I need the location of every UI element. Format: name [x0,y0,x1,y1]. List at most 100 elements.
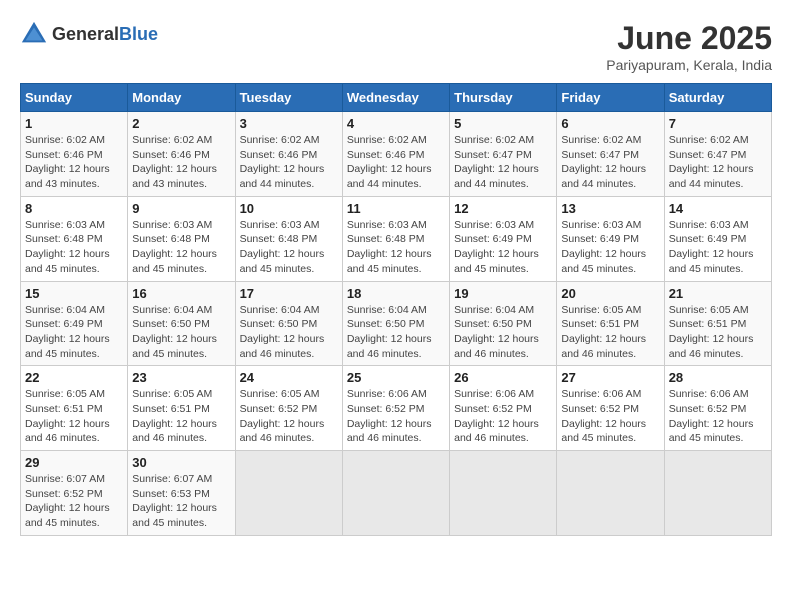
day-cell: 7Sunrise: 6:02 AMSunset: 6:47 PMDaylight… [664,112,771,197]
day-number: 30 [132,455,230,470]
day-detail: Sunrise: 6:03 AMSunset: 6:48 PMDaylight:… [347,218,445,277]
day-detail: Sunrise: 6:03 AMSunset: 6:48 PMDaylight:… [132,218,230,277]
day-cell: 13 Sunrise: 6:03 AMSunset: 6:49 PMDayligh… [557,196,664,281]
week-row: 22 Sunrise: 6:05 AMSunset: 6:51 PMDayligh… [21,366,772,451]
day-cell: 15 Sunrise: 6:04 AMSunset: 6:49 PMDayligh… [21,281,128,366]
day-number: 13 [561,201,659,216]
day-cell: 4 Sunrise: 6:02 AMSunset: 6:46 PMDaylight… [342,112,449,197]
day-number: 27 [561,370,659,385]
day-number: 14 [669,201,767,216]
calendar-table: Sunday Monday Tuesday Wednesday Thursday… [20,83,772,536]
header-wednesday: Wednesday [342,84,449,112]
logo-icon [20,20,48,48]
day-number: 29 [25,455,123,470]
day-cell: 23Sunrise: 6:05 AMSunset: 6:51 PMDayligh… [128,366,235,451]
day-cell: 14 Sunrise: 6:03 AMSunset: 6:49 PMDayligh… [664,196,771,281]
day-cell: 16 Sunrise: 6:04 AMSunset: 6:50 PMDayligh… [128,281,235,366]
day-detail: Sunrise: 6:02 AMSunset: 6:47 PMDaylight:… [561,133,659,192]
day-detail: Sunrise: 6:04 AMSunset: 6:50 PMDaylight:… [132,303,230,362]
day-detail: Sunrise: 6:04 AMSunset: 6:49 PMDaylight:… [25,303,123,362]
day-number: 17 [240,286,338,301]
day-cell: 5 Sunrise: 6:02 AMSunset: 6:47 PMDaylight… [450,112,557,197]
day-number: 9 [132,201,230,216]
day-detail: Sunrise: 6:03 AMSunset: 6:49 PMDaylight:… [669,218,767,277]
week-row: 8 Sunrise: 6:03 AMSunset: 6:48 PMDaylight… [21,196,772,281]
day-detail: Sunrise: 6:03 AMSunset: 6:48 PMDaylight:… [240,218,338,277]
day-cell: 9 Sunrise: 6:03 AMSunset: 6:48 PMDaylight… [128,196,235,281]
day-detail: Sunrise: 6:06 AMSunset: 6:52 PMDaylight:… [454,387,552,446]
day-cell: 6Sunrise: 6:02 AMSunset: 6:47 PMDaylight… [557,112,664,197]
day-cell: 17Sunrise: 6:04 AMSunset: 6:50 PMDayligh… [235,281,342,366]
day-detail: Sunrise: 6:02 AMSunset: 6:46 PMDaylight:… [132,133,230,192]
day-number: 20 [561,286,659,301]
day-number: 22 [25,370,123,385]
day-detail: Sunrise: 6:03 AMSunset: 6:49 PMDaylight:… [454,218,552,277]
day-detail: Sunrise: 6:05 AMSunset: 6:52 PMDaylight:… [240,387,338,446]
day-cell: 20 Sunrise: 6:05 AMSunset: 6:51 PMDayligh… [557,281,664,366]
day-cell: 29Sunrise: 6:07 AMSunset: 6:52 PMDayligh… [21,451,128,536]
header-friday: Friday [557,84,664,112]
day-cell: 25Sunrise: 6:06 AMSunset: 6:52 PMDayligh… [342,366,449,451]
empty-cell [342,451,449,536]
day-detail: Sunrise: 6:06 AMSunset: 6:52 PMDaylight:… [669,387,767,446]
day-number: 25 [347,370,445,385]
day-number: 28 [669,370,767,385]
header-row: Sunday Monday Tuesday Wednesday Thursday… [21,84,772,112]
day-number: 8 [25,201,123,216]
header-thursday: Thursday [450,84,557,112]
day-detail: Sunrise: 6:07 AMSunset: 6:53 PMDaylight:… [132,472,230,531]
header-saturday: Saturday [664,84,771,112]
day-detail: Sunrise: 6:02 AMSunset: 6:46 PMDaylight:… [25,133,123,192]
empty-cell [664,451,771,536]
day-cell: 26 Sunrise: 6:06 AMSunset: 6:52 PMDayligh… [450,366,557,451]
day-cell: 30 Sunrise: 6:07 AMSunset: 6:53 PMDayligh… [128,451,235,536]
day-detail: Sunrise: 6:02 AMSunset: 6:47 PMDaylight:… [454,133,552,192]
logo-text-general: General [52,24,119,44]
day-number: 11 [347,201,445,216]
day-detail: Sunrise: 6:03 AMSunset: 6:48 PMDaylight:… [25,218,123,277]
day-number: 16 [132,286,230,301]
day-number: 24 [240,370,338,385]
day-cell: 11 Sunrise: 6:03 AMSunset: 6:48 PMDayligh… [342,196,449,281]
day-number: 26 [454,370,552,385]
day-number: 12 [454,201,552,216]
day-cell: 12 Sunrise: 6:03 AMSunset: 6:49 PMDayligh… [450,196,557,281]
day-number: 5 [454,116,552,131]
day-cell: 24 Sunrise: 6:05 AMSunset: 6:52 PMDayligh… [235,366,342,451]
day-cell: 1 Sunrise: 6:02 AMSunset: 6:46 PMDaylight… [21,112,128,197]
day-cell: 28 Sunrise: 6:06 AMSunset: 6:52 PMDayligh… [664,366,771,451]
day-number: 7 [669,116,767,131]
day-cell: 21Sunrise: 6:05 AMSunset: 6:51 PMDayligh… [664,281,771,366]
day-cell: 18 Sunrise: 6:04 AMSunset: 6:50 PMDayligh… [342,281,449,366]
day-detail: Sunrise: 6:02 AMSunset: 6:46 PMDaylight:… [347,133,445,192]
page-header: GeneralBlue June 2025 Pariyapuram, Keral… [20,20,772,73]
day-detail: Sunrise: 6:02 AMSunset: 6:46 PMDaylight:… [240,133,338,192]
day-detail: Sunrise: 6:03 AMSunset: 6:49 PMDaylight:… [561,218,659,277]
empty-cell [557,451,664,536]
day-number: 15 [25,286,123,301]
title-block: June 2025 Pariyapuram, Kerala, India [606,20,772,73]
day-cell: 3 Sunrise: 6:02 AMSunset: 6:46 PMDaylight… [235,112,342,197]
day-number: 3 [240,116,338,131]
day-detail: Sunrise: 6:05 AMSunset: 6:51 PMDaylight:… [561,303,659,362]
day-cell: 27 Sunrise: 6:06 AMSunset: 6:52 PMDayligh… [557,366,664,451]
day-number: 2 [132,116,230,131]
day-cell: 2 Sunrise: 6:02 AMSunset: 6:46 PMDaylight… [128,112,235,197]
day-number: 18 [347,286,445,301]
week-row: 15 Sunrise: 6:04 AMSunset: 6:49 PMDayligh… [21,281,772,366]
week-row: 1 Sunrise: 6:02 AMSunset: 6:46 PMDaylight… [21,112,772,197]
day-detail: Sunrise: 6:06 AMSunset: 6:52 PMDaylight:… [561,387,659,446]
header-monday: Monday [128,84,235,112]
logo-text-blue: Blue [119,24,158,44]
day-cell: 19 Sunrise: 6:04 AMSunset: 6:50 PMDayligh… [450,281,557,366]
day-cell: 10Sunrise: 6:03 AMSunset: 6:48 PMDayligh… [235,196,342,281]
header-sunday: Sunday [21,84,128,112]
day-number: 4 [347,116,445,131]
day-number: 1 [25,116,123,131]
calendar-subtitle: Pariyapuram, Kerala, India [606,57,772,73]
day-detail: Sunrise: 6:05 AMSunset: 6:51 PMDaylight:… [25,387,123,446]
day-detail: Sunrise: 6:04 AMSunset: 6:50 PMDaylight:… [454,303,552,362]
day-number: 19 [454,286,552,301]
day-detail: Sunrise: 6:04 AMSunset: 6:50 PMDaylight:… [347,303,445,362]
header-tuesday: Tuesday [235,84,342,112]
